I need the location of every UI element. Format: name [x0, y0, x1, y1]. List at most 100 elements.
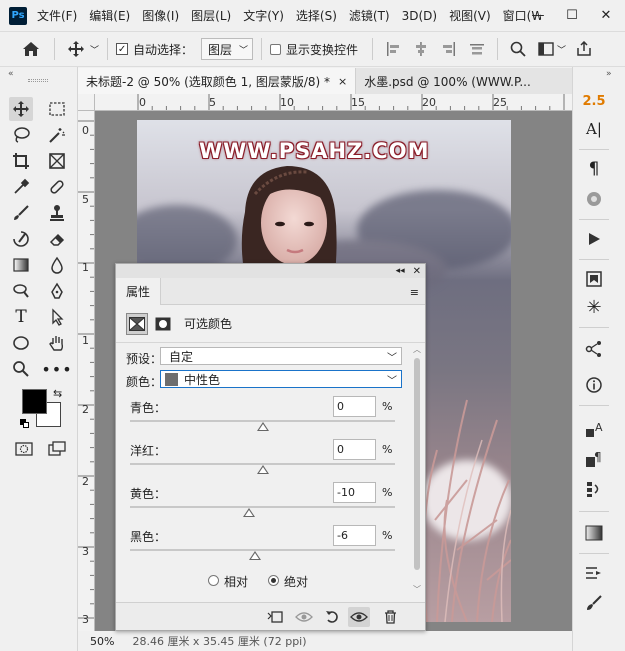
view-previous-icon[interactable] [293, 607, 315, 627]
slider-thumb[interactable] [248, 551, 261, 560]
character-panel-icon[interactable]: A| [582, 117, 606, 141]
clip-to-layer-icon[interactable] [264, 607, 286, 627]
paragraph-panel-icon[interactable]: ¶ [582, 157, 606, 181]
eyedropper-icon[interactable] [9, 175, 33, 199]
blur-tool-icon[interactable] [45, 253, 69, 277]
share-icon[interactable] [576, 41, 592, 57]
align-right-icon[interactable] [441, 41, 457, 57]
panel-titlebar[interactable]: ◂◂ ✕ [116, 264, 425, 278]
scroll-up-icon[interactable]: ︿ [413, 344, 421, 355]
tab-document-inactive[interactable]: 水墨.psd @ 100% (WWW.P... [356, 68, 539, 94]
hand-tool-icon[interactable] [45, 331, 69, 355]
search-icon[interactable] [510, 41, 526, 57]
layer-mask-icon[interactable] [152, 313, 174, 335]
home-icon[interactable] [22, 41, 40, 57]
menu-type[interactable]: 文字(Y) [243, 7, 284, 24]
glyphs-icon[interactable] [582, 187, 606, 211]
dodge-tool-icon[interactable] [9, 279, 33, 303]
healing-brush-icon[interactable] [45, 175, 69, 199]
type-tool-icon[interactable]: T [9, 305, 33, 329]
screen-mode-icon[interactable] [45, 437, 69, 461]
marquee-tool-icon[interactable] [45, 97, 69, 121]
minimize-button[interactable]: — [521, 0, 555, 31]
panel-scrollbar[interactable]: ︿ ﹀ [412, 344, 422, 604]
show-transform-checkbox[interactable] [270, 43, 282, 55]
expand-icon[interactable]: » [606, 69, 612, 79]
menu-filter[interactable]: 滤镜(T) [349, 7, 390, 24]
tab-properties[interactable]: 属性 [116, 277, 162, 305]
close-window-button[interactable]: ✕ [589, 0, 623, 31]
paragraph-styles-icon[interactable]: ¶ [582, 447, 606, 471]
visibility-eye-icon[interactable] [348, 607, 370, 627]
move-tool-icon[interactable] [9, 97, 33, 121]
tool-presets-icon[interactable] [582, 561, 606, 585]
more-tools-icon[interactable]: ••• [41, 357, 71, 381]
preset-dropdown[interactable]: 自定 ﹀ [160, 347, 402, 365]
delete-icon[interactable] [379, 607, 401, 627]
quick-mask-icon[interactable] [12, 437, 36, 461]
swap-colors-icon[interactable]: ⇆ [53, 387, 62, 400]
character-size-value[interactable]: 2.5 [582, 89, 606, 113]
slider-value-input[interactable]: -10 [333, 482, 376, 503]
brushes-panel-icon[interactable] [582, 591, 606, 615]
adjustment-brush-icon[interactable]: A [582, 417, 606, 441]
timeline-icon[interactable] [582, 477, 606, 501]
grip-icon[interactable] [28, 79, 48, 82]
slider-thumb[interactable] [243, 508, 256, 517]
lasso-tool-icon[interactable] [9, 123, 33, 147]
slider-thumb[interactable] [256, 422, 269, 431]
path-selection-icon[interactable] [45, 305, 69, 329]
colors-dropdown[interactable]: 中性色 ﹀ [160, 370, 402, 388]
clone-stamp-icon[interactable] [45, 201, 69, 225]
menu-view[interactable]: 视图(V) [449, 7, 491, 24]
slider-track[interactable] [130, 506, 395, 508]
menu-image[interactable]: 图像(I) [142, 7, 179, 24]
paths-panel-icon[interactable] [582, 337, 606, 361]
crop-tool-icon[interactable] [9, 149, 33, 173]
slider-thumb[interactable] [256, 465, 269, 474]
pen-tool-icon[interactable] [45, 279, 69, 303]
adjustment-icon[interactable] [126, 312, 148, 335]
default-colors-icon[interactable] [20, 419, 30, 429]
slider-track[interactable] [130, 549, 395, 551]
relative-radio[interactable] [208, 575, 219, 586]
move-tool-icon[interactable] [67, 40, 85, 58]
panel-menu-icon[interactable]: ≡ [410, 286, 419, 299]
ellipse-tool-icon[interactable] [9, 331, 33, 355]
zoom-level[interactable]: 50% [90, 635, 114, 648]
vertical-ruler[interactable]: 0 5 1 1 2 2 3 3 [78, 111, 95, 631]
zoom-tool-icon[interactable] [9, 357, 33, 381]
menu-file[interactable]: 文件(F) [37, 7, 77, 24]
magic-wand-icon[interactable] [45, 123, 69, 147]
eraser-tool-icon[interactable] [45, 227, 69, 251]
workspace-icon[interactable] [538, 42, 554, 56]
maximize-button[interactable]: ☐ [555, 0, 589, 31]
close-panel-icon[interactable]: ✕ [413, 266, 421, 277]
notes-icon[interactable] [582, 267, 606, 291]
foreground-color-swatch[interactable] [22, 389, 47, 414]
brush-tool-icon[interactable] [9, 201, 33, 225]
absolute-radio[interactable] [268, 575, 279, 586]
reset-icon[interactable] [321, 607, 343, 627]
brush-settings-icon[interactable]: ✳ [582, 295, 606, 319]
slider-value-input[interactable]: 0 [333, 439, 376, 460]
align-left-icon[interactable] [385, 41, 401, 57]
info-panel-icon[interactable] [582, 373, 606, 397]
frame-tool-icon[interactable] [45, 149, 69, 173]
chevron-down-icon[interactable]: ﹀ [557, 43, 566, 56]
collapse-icon[interactable]: « [8, 69, 14, 79]
menu-edit[interactable]: 编辑(E) [89, 7, 130, 24]
collapse-panel-icon[interactable]: ◂◂ [396, 266, 405, 276]
actions-play-icon[interactable] [582, 227, 606, 251]
menu-select[interactable]: 选择(S) [296, 7, 337, 24]
gradient-tool-icon[interactable] [9, 253, 33, 277]
tab-document-active[interactable]: 未标题-2 @ 50% (选取颜色 1, 图层蒙版/8) * × [78, 68, 357, 94]
ruler-origin[interactable] [78, 94, 95, 111]
horizontal-ruler[interactable]: 0 5 10 15 20 25 [95, 94, 572, 111]
align-top-icon[interactable] [469, 41, 485, 57]
menu-layer[interactable]: 图层(L) [191, 7, 231, 24]
chevron-down-icon[interactable]: ﹀ [90, 43, 99, 56]
close-icon[interactable]: × [338, 75, 347, 88]
auto-select-checkbox[interactable]: ✓ [116, 43, 129, 55]
scroll-thumb[interactable] [414, 358, 420, 570]
